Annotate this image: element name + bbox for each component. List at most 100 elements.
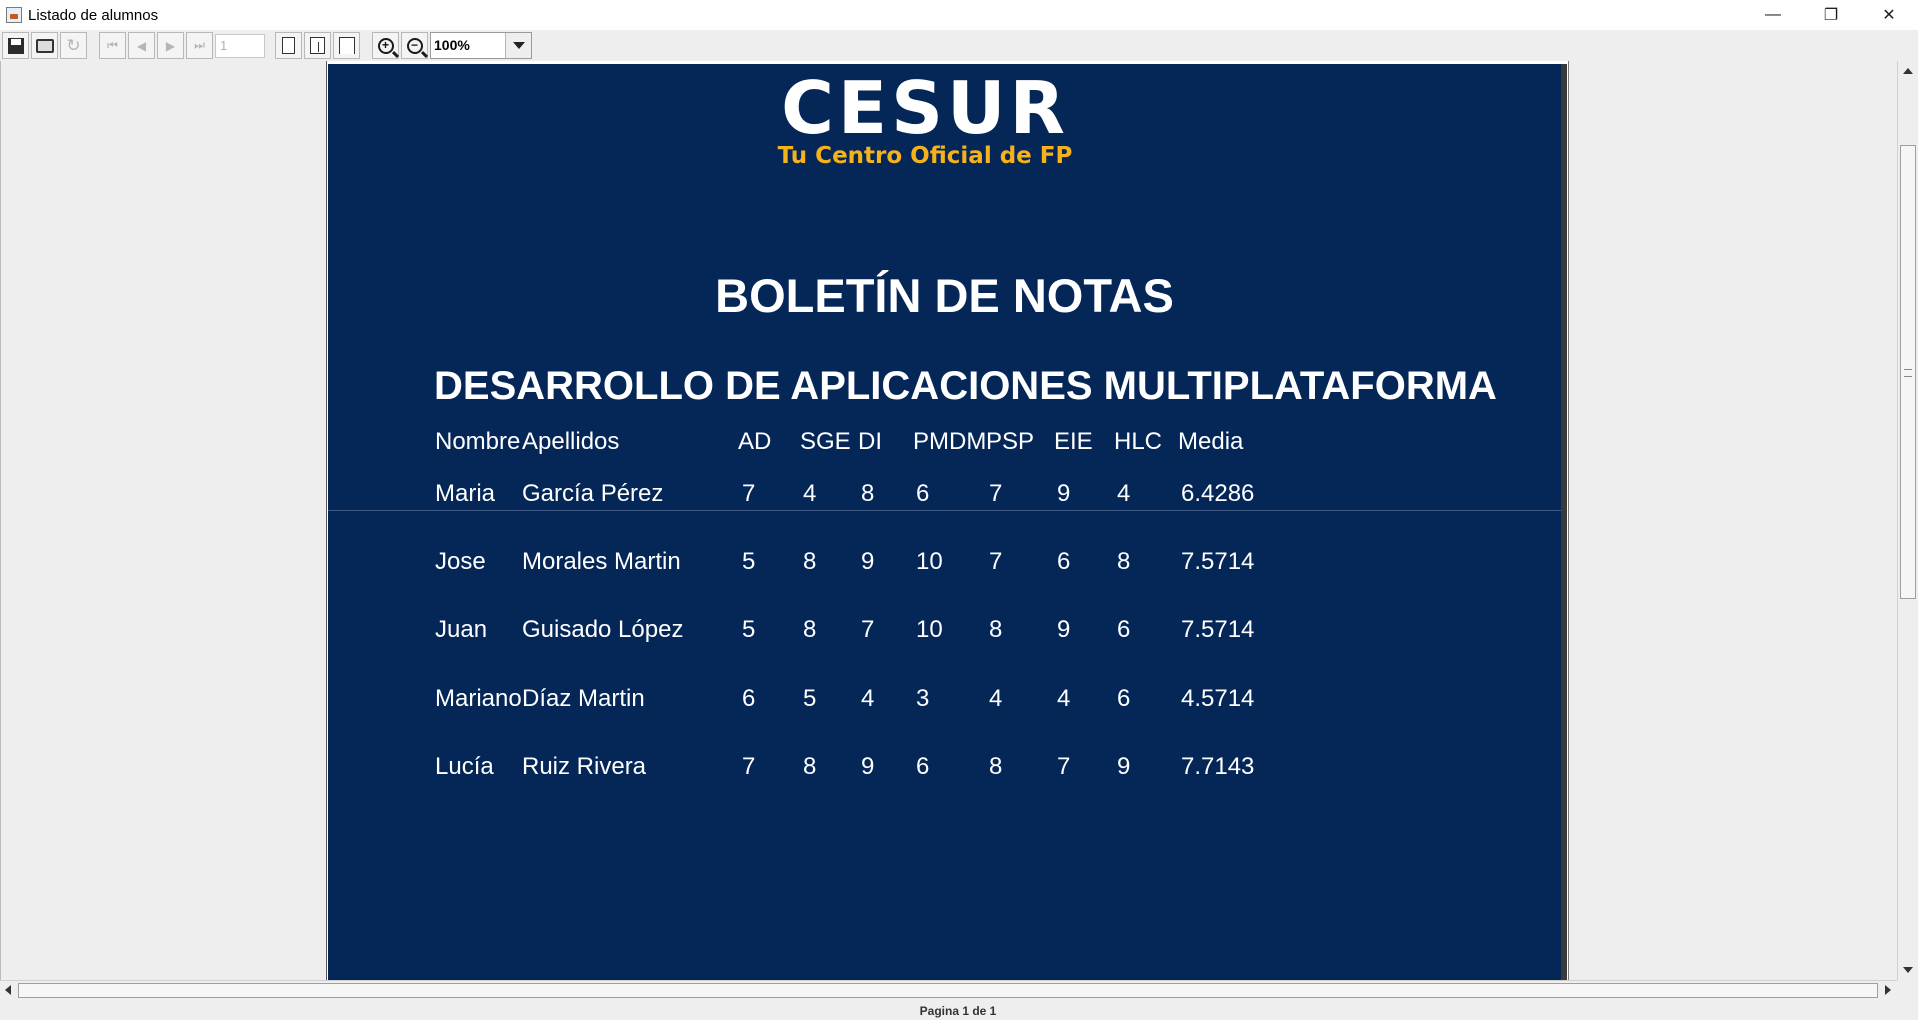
cell-pmdm: 10 xyxy=(916,616,943,643)
vertical-scrollbar[interactable] xyxy=(1897,61,1918,980)
print-button[interactable] xyxy=(31,32,58,59)
zoom-in-icon: + xyxy=(377,37,394,54)
scroll-right-icon[interactable] xyxy=(1885,985,1891,995)
previous-page-icon: ◀ xyxy=(136,38,147,53)
window-title: Listado de alumnos xyxy=(28,6,159,24)
close-button[interactable]: ✕ xyxy=(1860,0,1918,30)
cell-ad: 7 xyxy=(742,480,756,507)
window-controls: — ❐ ✕ xyxy=(1744,0,1918,30)
cell-sge: 4 xyxy=(803,480,817,507)
column-header-nombre: Nombre xyxy=(435,428,521,455)
column-header-sge: SGE xyxy=(800,428,851,455)
cell-ad: 5 xyxy=(742,548,756,575)
reload-button[interactable]: ↻ xyxy=(60,32,87,59)
next-page-button[interactable]: ▶ xyxy=(157,32,184,59)
cell-eie: 4 xyxy=(1057,685,1071,712)
cell-di: 4 xyxy=(861,685,875,712)
restore-button[interactable]: ❐ xyxy=(1802,0,1860,30)
column-header-ad: AD xyxy=(738,428,772,455)
horizontal-scrollbar[interactable] xyxy=(0,980,1897,1000)
cell-sge: 8 xyxy=(803,616,817,643)
cell-di: 9 xyxy=(861,753,875,780)
cell-hlc: 6 xyxy=(1117,616,1131,643)
cell-nombre: Mariano xyxy=(435,685,522,712)
cell-psp: 7 xyxy=(989,548,1003,575)
cell-hlc: 4 xyxy=(1117,480,1131,507)
save-icon xyxy=(7,37,24,54)
page-number-input[interactable]: 1 xyxy=(215,33,265,58)
cell-eie: 9 xyxy=(1057,480,1071,507)
zoom-out-button[interactable]: − xyxy=(401,32,428,59)
fit-page-button[interactable] xyxy=(304,32,331,59)
cell-eie: 9 xyxy=(1057,616,1071,643)
cell-ad: 5 xyxy=(742,616,756,643)
column-header-pmdm: PMDM xyxy=(913,428,987,455)
logo-wordmark: CESUR xyxy=(781,66,1069,150)
cell-apellidos: García Pérez xyxy=(522,480,664,507)
horizontal-scroll-thumb[interactable] xyxy=(18,983,1878,998)
report-page: CESUR Tu Centro Oficial de FP BOLETÍN DE… xyxy=(328,64,1567,980)
cell-hlc: 8 xyxy=(1117,548,1131,575)
scroll-left-icon[interactable] xyxy=(5,985,11,995)
cell-apellidos: Morales Martin xyxy=(522,548,681,575)
cell-eie: 7 xyxy=(1057,753,1071,780)
zoom-in-button[interactable]: + xyxy=(372,32,399,59)
cell-nombre: Lucía xyxy=(435,753,494,780)
zoom-select[interactable]: 100% xyxy=(430,32,532,59)
cell-sge: 8 xyxy=(803,548,817,575)
cell-sge: 8 xyxy=(803,753,817,780)
report-subtitle: DESARROLLO DE APLICACIONES MULTIPLATAFOR… xyxy=(434,364,1497,408)
cell-psp: 7 xyxy=(989,480,1003,507)
first-page-icon: ⏮ xyxy=(107,38,118,52)
header-divider xyxy=(328,510,1561,511)
reload-icon: ↻ xyxy=(66,36,81,55)
column-header-media: Media xyxy=(1178,428,1244,455)
fit-page-icon xyxy=(310,37,325,54)
cell-nombre: Maria xyxy=(435,480,496,507)
save-button[interactable] xyxy=(2,32,29,59)
cell-apellidos: Díaz Martin xyxy=(522,685,645,712)
cell-ad: 7 xyxy=(742,753,756,780)
column-header-apellidos: Apellidos xyxy=(522,428,620,455)
column-header-di: DI xyxy=(858,428,882,455)
cell-sge: 5 xyxy=(803,685,817,712)
cell-nombre: Juan xyxy=(435,616,488,643)
report-title: BOLETÍN DE NOTAS xyxy=(715,269,1174,322)
last-page-button[interactable]: ⏭ xyxy=(186,32,213,59)
next-page-icon: ▶ xyxy=(165,38,176,53)
previous-page-button[interactable]: ◀ xyxy=(128,32,155,59)
column-header-hlc: HLC xyxy=(1114,428,1163,455)
cell-media: 7.5714 xyxy=(1181,616,1255,643)
cell-apellidos: Guisado López xyxy=(522,616,684,643)
vertical-scroll-thumb[interactable] xyxy=(1900,145,1916,599)
cell-di: 9 xyxy=(861,548,875,575)
report-viewer: CESUR Tu Centro Oficial de FP BOLETÍN DE… xyxy=(0,61,1918,980)
cell-hlc: 6 xyxy=(1117,685,1131,712)
column-header-eie: EIE xyxy=(1054,428,1093,455)
actual-size-button[interactable] xyxy=(275,32,302,59)
cell-psp: 8 xyxy=(989,616,1003,643)
viewer-background-right xyxy=(1568,61,1897,980)
zoom-value[interactable]: 100% xyxy=(431,33,505,58)
cell-pmdm: 10 xyxy=(916,548,943,575)
cell-pmdm: 6 xyxy=(916,753,930,780)
title-bar: Listado de alumnos — ❐ ✕ xyxy=(0,0,1918,30)
cell-media: 7.7143 xyxy=(1181,753,1255,780)
viewer-background-left xyxy=(0,61,327,980)
cell-media: 7.5714 xyxy=(1181,548,1255,575)
cell-nombre: Jose xyxy=(435,548,486,575)
column-header-psp: PSP xyxy=(986,428,1035,455)
cell-hlc: 9 xyxy=(1117,753,1131,780)
fit-width-button[interactable] xyxy=(333,32,360,59)
cell-eie: 6 xyxy=(1057,548,1071,575)
chevron-down-icon xyxy=(512,42,525,49)
java-app-icon xyxy=(6,7,22,23)
zoom-out-icon: − xyxy=(406,37,423,54)
scroll-up-icon[interactable] xyxy=(1903,68,1913,74)
minimize-button[interactable]: — xyxy=(1744,0,1802,30)
cell-media: 4.5714 xyxy=(1181,685,1255,712)
scroll-down-icon[interactable] xyxy=(1903,967,1913,973)
zoom-dropdown-button[interactable] xyxy=(505,33,531,58)
first-page-button[interactable]: ⏮ xyxy=(99,32,126,59)
cell-pmdm: 3 xyxy=(916,685,930,712)
